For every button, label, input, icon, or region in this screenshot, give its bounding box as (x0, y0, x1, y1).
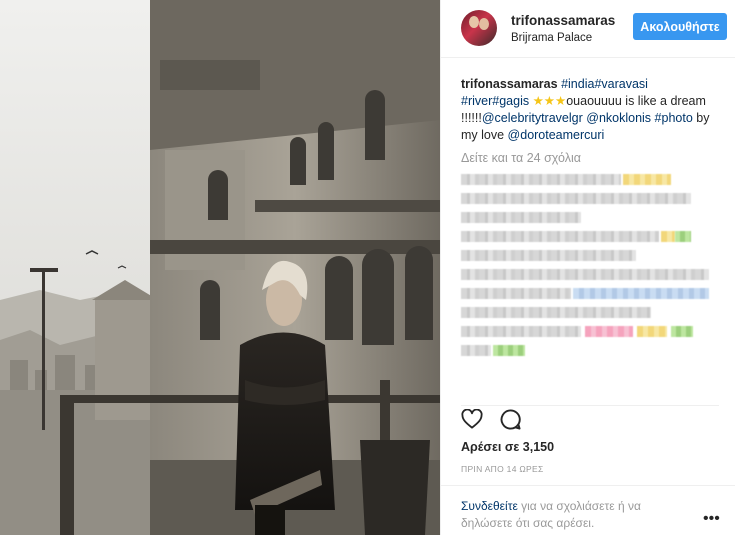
follow-button[interactable]: Ακολουθήστε (633, 13, 727, 40)
post-timestamp: ΠΡΙΝ ΑΠΟ 14 ΩΡΕΣ (461, 464, 544, 474)
hashtag-varavasi[interactable]: #varavasi (594, 77, 648, 91)
login-prompt: Συνδεθείτε για να σχολιάσετε ή να δηλώσε… (461, 498, 681, 532)
mention-celebritytravelgr[interactable]: @celebritytravelgr (482, 111, 583, 125)
post-caption: trifonassamaras #india#varavasi #river#g… (461, 76, 719, 144)
comment-blurred (461, 326, 719, 338)
login-prompt-area: Συνδεθείτε για να σχολιάσετε ή να δηλώσε… (441, 485, 735, 536)
comment-blurred (461, 212, 719, 224)
comment-blurred (461, 231, 719, 243)
heart-icon[interactable] (461, 409, 483, 429)
view-all-comments-link[interactable]: Δείτε και τα 24 σχόλια (461, 151, 581, 165)
comment-blurred (461, 269, 719, 281)
post-side-panel: trifonassamaras Brijrama Palace Ακολουθή… (440, 0, 735, 535)
comment-blurred (461, 288, 719, 300)
post-header: trifonassamaras Brijrama Palace Ακολουθή… (441, 0, 735, 58)
avatar[interactable] (461, 10, 497, 46)
comment-blurred (461, 174, 719, 186)
mention-doroteamercuri[interactable]: @doroteamercuri (508, 128, 605, 142)
comment-blurred (461, 345, 719, 357)
palace-photo-illustration (0, 0, 440, 535)
mention-nkoklonis[interactable]: @nkoklonis (586, 111, 651, 125)
comment-blurred (461, 193, 719, 205)
header-username[interactable]: trifonassamaras (511, 13, 615, 28)
stars-emoji: ★★★ (532, 94, 567, 108)
comment-blurred (461, 307, 719, 319)
comments-list (461, 174, 719, 364)
comment-bubble-icon[interactable] (500, 409, 521, 430)
hashtag-river[interactable]: #river (461, 94, 492, 108)
post-photo[interactable] (0, 0, 440, 535)
hashtag-photo[interactable]: #photo (655, 111, 693, 125)
header-location[interactable]: Brijrama Palace (511, 32, 592, 44)
hashtag-india[interactable]: #india (561, 77, 594, 91)
post-actions (461, 405, 719, 436)
likes-count[interactable]: Αρέσει σε 3,150 (461, 440, 554, 454)
comment-blurred (461, 250, 719, 262)
caption-username[interactable]: trifonassamaras (461, 77, 558, 91)
hashtag-gagis[interactable]: #gagis (492, 94, 529, 108)
instagram-post: trifonassamaras Brijrama Palace Ακολουθή… (0, 0, 735, 535)
login-link[interactable]: Συνδεθείτε (461, 499, 518, 513)
more-options-icon[interactable]: ••• (703, 510, 720, 528)
